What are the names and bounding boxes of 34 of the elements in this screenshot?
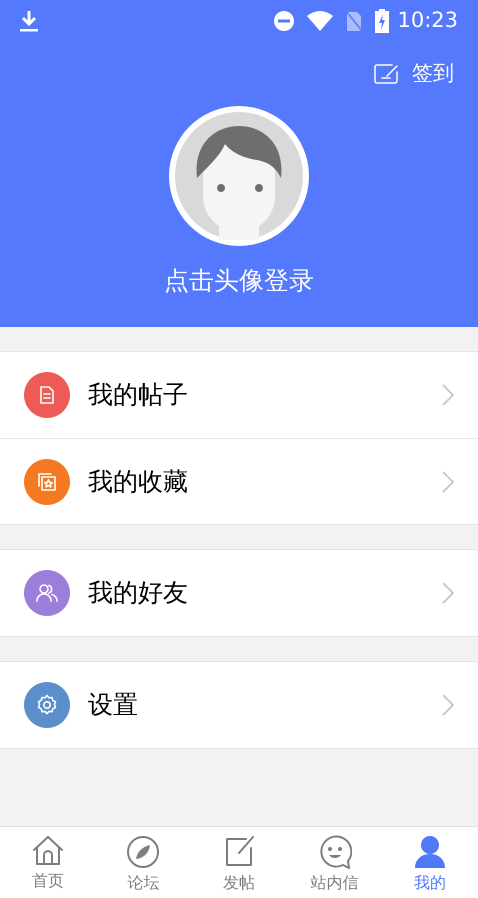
menu-label: 设置: [88, 689, 139, 722]
star-cards-icon: [36, 470, 58, 492]
do-not-disturb-icon: [273, 10, 296, 32]
status-time: 10:23: [397, 7, 458, 34]
home-icon: [30, 835, 65, 867]
menu-item[interactable]: 我的帖子: [0, 352, 478, 438]
menu-item[interactable]: 我的收藏: [0, 438, 478, 524]
compass-icon: [126, 835, 160, 869]
people-icon: [35, 582, 59, 604]
person-icon: [413, 835, 448, 869]
nav-tab[interactable]: 我的: [382, 827, 478, 898]
menu-item[interactable]: 设置: [0, 662, 478, 748]
login-prompt[interactable]: 点击头像登录: [164, 262, 314, 299]
nav-tab[interactable]: 发帖: [191, 827, 287, 898]
no-sim-icon: [345, 10, 364, 32]
chevron-right-icon: [442, 384, 454, 406]
menu-label: 我的收藏: [88, 466, 189, 498]
edit-icon: [374, 62, 400, 85]
menu-item[interactable]: 我的好友: [0, 550, 478, 636]
sign-in-button[interactable]: 签到: [374, 58, 454, 90]
settings-icon: [35, 693, 59, 717]
chevron-right-icon: [442, 582, 454, 604]
avatar[interactable]: [169, 106, 309, 246]
battery-charging-icon: [375, 9, 390, 33]
nav-tab[interactable]: 首页: [0, 827, 96, 898]
chevron-right-icon: [442, 470, 454, 492]
nav-tab[interactable]: 论坛: [96, 827, 192, 898]
smiley-chat-icon: [318, 835, 352, 869]
chevron-right-icon: [442, 694, 454, 716]
wifi-icon: [307, 10, 334, 32]
menu-label: 我的好友: [88, 577, 189, 610]
nav-tab[interactable]: 站内信: [286, 827, 382, 898]
menu-label: 我的帖子: [88, 379, 189, 412]
download-icon: [20, 10, 38, 32]
